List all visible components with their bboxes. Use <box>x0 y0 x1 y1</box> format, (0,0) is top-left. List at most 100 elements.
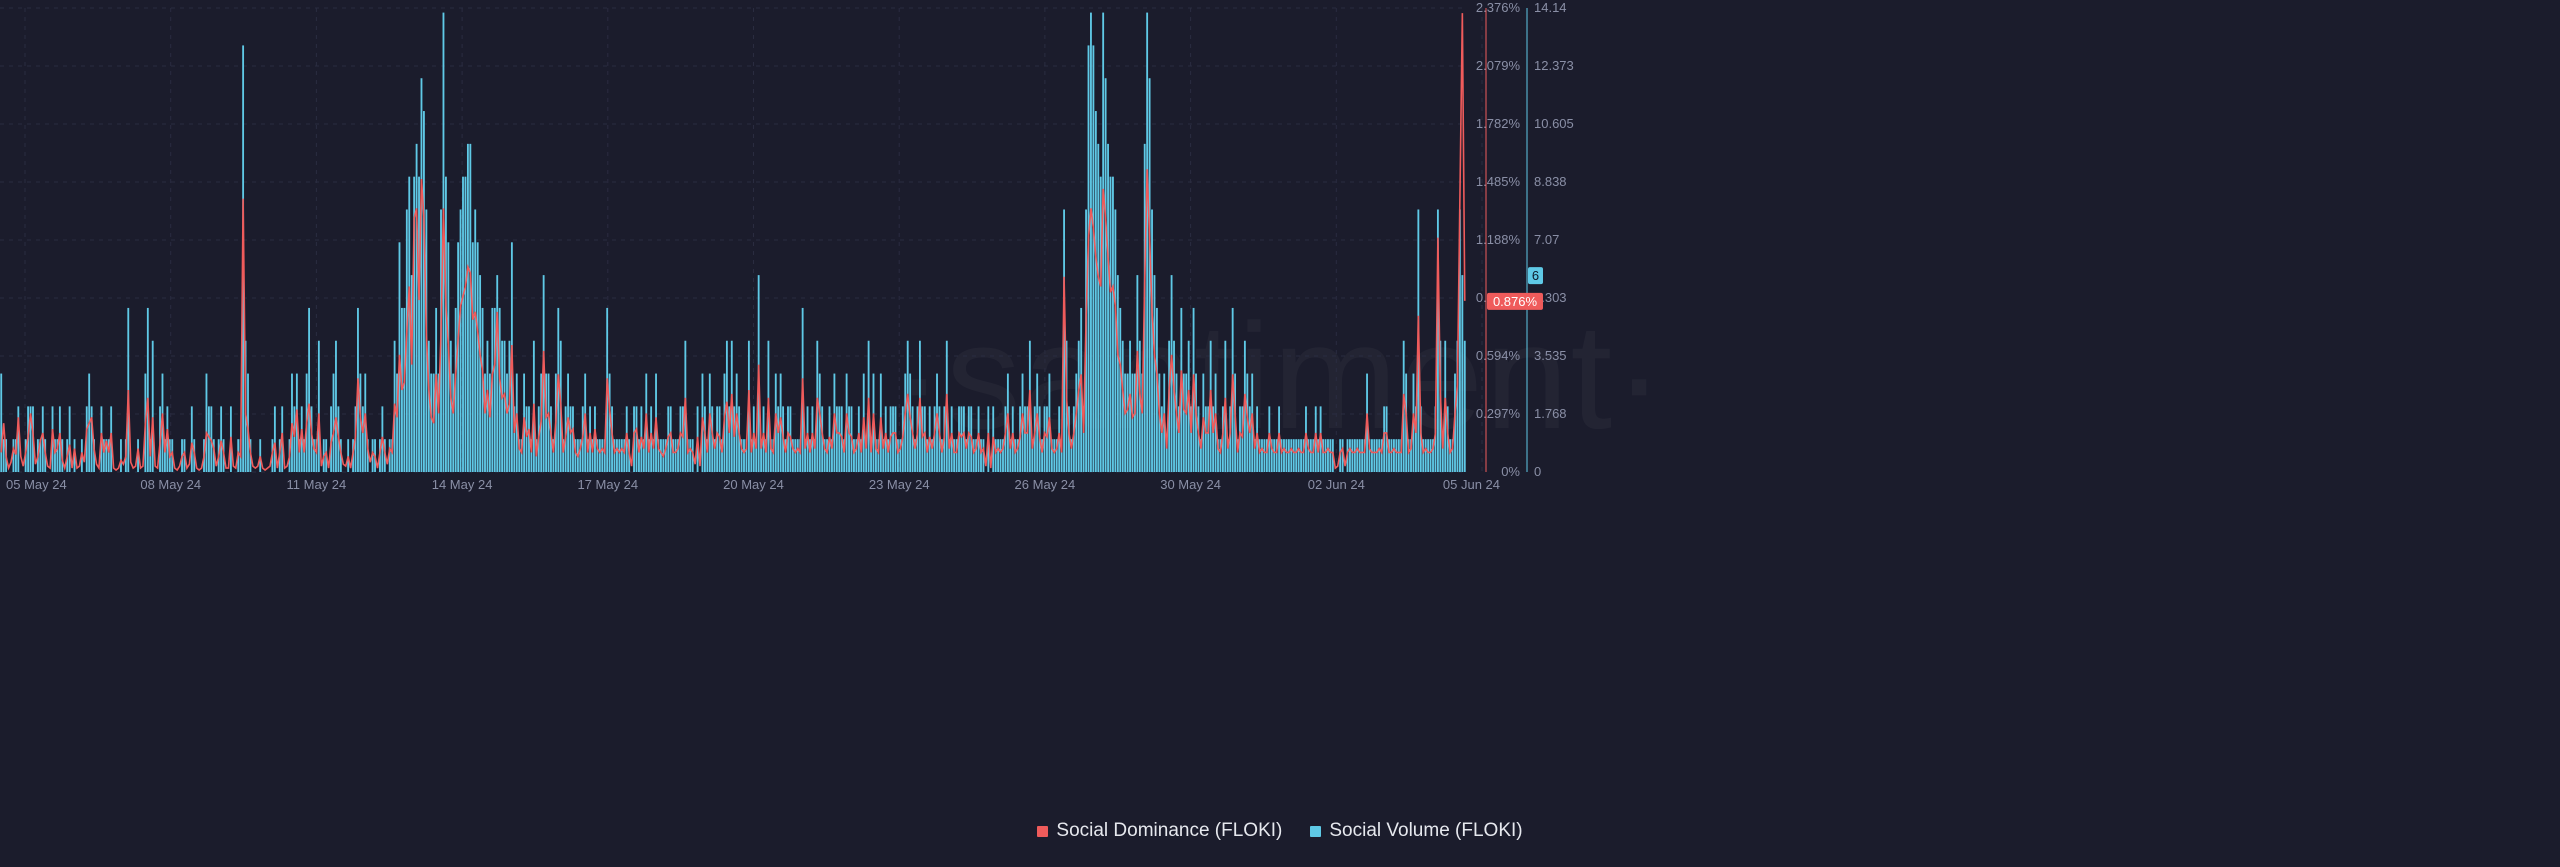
volume-bar <box>120 439 122 472</box>
volume-bar <box>1077 340 1080 472</box>
volume-bar <box>68 406 71 472</box>
volume-bar <box>332 373 335 472</box>
dominance-tick-label: 2.376% <box>1476 0 1521 15</box>
chart-grid <box>0 7 1483 473</box>
volume-bar <box>1463 340 1466 472</box>
volume-bar <box>418 176 420 472</box>
volume-bar <box>1427 439 1430 472</box>
volume-bar <box>1356 439 1359 472</box>
volume-bar <box>618 439 621 472</box>
volume-tick-label: 3.535 <box>1534 348 1567 363</box>
dominance-line <box>0 13 1466 472</box>
volume-bar <box>660 439 662 472</box>
volume-bar <box>1185 373 1188 472</box>
volume-bar <box>1204 406 1207 472</box>
volume-bar <box>1146 12 1149 473</box>
volume-tick-label: 14.14 <box>1534 0 1567 15</box>
volume-tick-label: 7.07 <box>1534 232 1559 247</box>
volume-bar <box>838 406 841 472</box>
volume-bar <box>403 307 406 472</box>
volume-bar <box>1094 111 1097 472</box>
volume-bar <box>1353 439 1356 472</box>
volume-bar <box>293 406 296 472</box>
volume-bar <box>474 209 477 473</box>
volume-bar <box>430 373 433 472</box>
volume-bar <box>1119 307 1122 472</box>
volume-bar <box>273 406 276 472</box>
volume-bar <box>1378 439 1381 472</box>
volume-bar <box>1349 439 1351 472</box>
volume-bar <box>1351 439 1354 472</box>
volume-bar <box>1092 45 1095 473</box>
volume-bar <box>1283 439 1285 472</box>
dominance-tick-label: 2.079% <box>1476 58 1521 73</box>
volume-bar <box>1263 439 1266 472</box>
volume-bar <box>794 439 797 472</box>
volume-bar <box>1393 439 1395 472</box>
volume-bar <box>415 143 418 472</box>
volume-bar <box>1309 439 1312 472</box>
volume-bar <box>1375 439 1378 472</box>
volume-tick-label: 0 <box>1534 464 1541 479</box>
volume-bar <box>486 340 489 472</box>
volume-tick-label: 1.768 <box>1534 406 1567 421</box>
volume-bar <box>1300 439 1302 472</box>
volume-bar <box>1358 439 1361 472</box>
volume-bar <box>1361 439 1364 472</box>
volume-bar <box>476 242 479 472</box>
volume-tick-label: 12.373 <box>1534 58 1574 73</box>
volume-bar <box>1373 439 1376 472</box>
volume-bar <box>1104 78 1107 472</box>
volume-bar <box>190 406 193 472</box>
volume-bar <box>259 439 262 472</box>
date-tick-label: 05 Jun 24 <box>1443 477 1500 492</box>
volume-bar <box>1397 439 1400 472</box>
volume-bar <box>90 406 93 472</box>
volume-bar <box>452 373 455 472</box>
volume-bar <box>1390 439 1393 472</box>
volume-bar <box>569 406 572 472</box>
volume-bar <box>1153 275 1156 472</box>
volume-bar <box>1429 439 1432 472</box>
legend-swatch-volume <box>1310 825 1322 837</box>
volume-bar <box>960 406 963 472</box>
volume-current-value: 6 <box>1532 268 1539 283</box>
dominance-tick-label: 1.782% <box>1476 116 1521 131</box>
volume-bar <box>220 406 223 472</box>
volume-bar <box>466 143 469 472</box>
volume-bar <box>347 439 350 472</box>
volume-bar <box>1024 406 1026 472</box>
volume-bar <box>471 242 474 472</box>
volume-bar <box>503 340 506 472</box>
volume-bar <box>743 439 745 472</box>
volume-bar <box>1107 143 1109 472</box>
volume-bar <box>335 340 337 472</box>
legend-item-volume[interactable]: Social Volume (FLOKI) <box>1310 820 1523 842</box>
volume-bar <box>1138 340 1141 472</box>
volume-tick-label: 10.605 <box>1534 116 1574 131</box>
volume-bar <box>1395 439 1398 472</box>
volume-bar <box>1109 176 1112 472</box>
volume-bar <box>469 143 472 472</box>
volume-bar <box>997 439 1000 472</box>
date-tick-label: 11 May 24 <box>287 477 347 492</box>
volume-bar <box>151 340 154 472</box>
date-axis-ticks: 05 May 24 08 May 24 11 May 24 14 May 24 17 M… <box>6 477 1500 492</box>
volume-bar <box>422 111 425 472</box>
volume-bar <box>146 307 149 472</box>
volume-bar <box>601 439 604 472</box>
volume-bar <box>498 307 501 472</box>
dominance-tick-label: 1.188% <box>1476 232 1521 247</box>
volume-bar <box>835 406 838 472</box>
current-value-badges: 0.876% 6 <box>1487 267 1543 310</box>
volume-bar <box>1099 176 1102 472</box>
volume-bar <box>0 373 3 472</box>
volume-bar <box>777 406 780 472</box>
legend-item-dominance[interactable]: Social Dominance (FLOKI) <box>1037 820 1282 842</box>
volume-bar <box>999 439 1002 472</box>
date-tick-label: 17 May 24 <box>577 477 638 492</box>
date-tick-label: 05 May 24 <box>6 477 67 492</box>
volume-bar <box>525 406 528 472</box>
volume-bar <box>1371 439 1373 472</box>
volume-bar <box>459 209 462 473</box>
